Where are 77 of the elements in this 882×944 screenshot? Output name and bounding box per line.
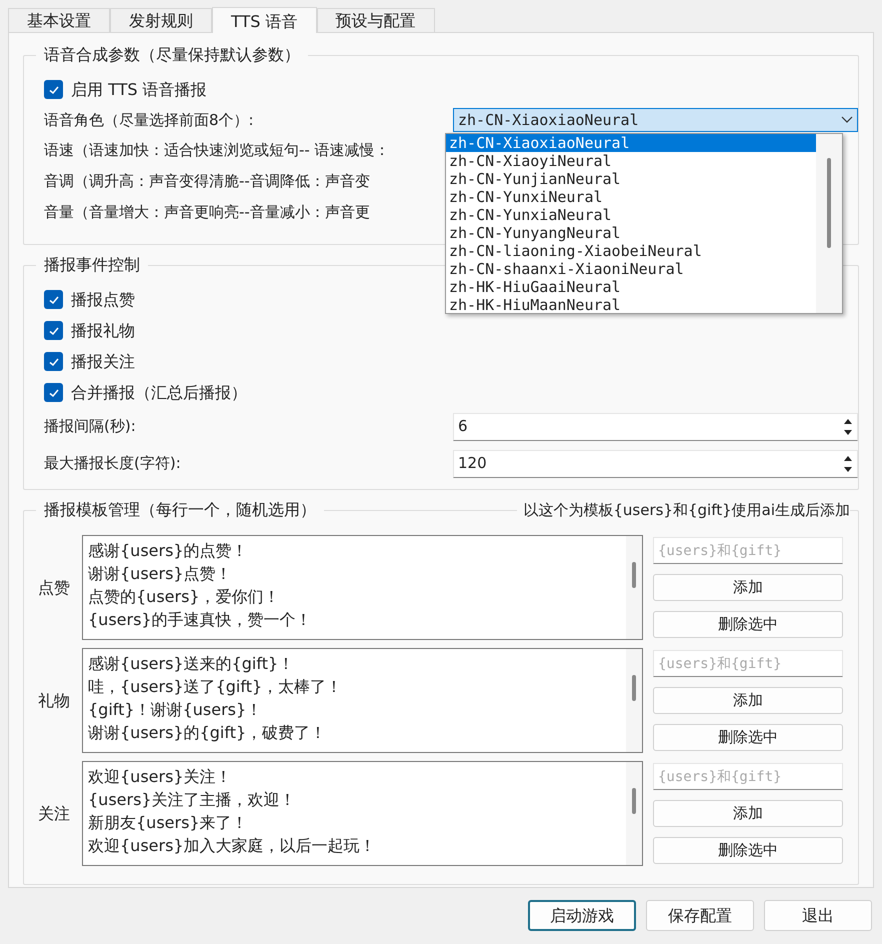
checkbox-label: 启用 TTS 语音播报 bbox=[71, 78, 207, 100]
hint-text: 音调（调升高：声音变得清脆--音调降低：声音变 bbox=[44, 171, 370, 192]
checkbox[interactable] bbox=[44, 290, 63, 309]
voice-option[interactable]: zh-CN-YunjianNeural bbox=[446, 170, 816, 188]
template-line: 感谢{users}的点赞！ bbox=[88, 540, 248, 562]
checkbox-label: 合并播报（汇总后播报） bbox=[71, 382, 247, 404]
footer-button[interactable]: 保存配置 bbox=[646, 900, 754, 931]
delete-selected-button[interactable]: 删除选中 bbox=[653, 837, 843, 864]
voice-option[interactable]: zh-CN-liaoning-XiaobeiNeural bbox=[446, 242, 816, 260]
tab[interactable]: 发射规则 bbox=[110, 8, 212, 32]
checkbox[interactable] bbox=[44, 352, 63, 371]
field-label: 最大播报长度(字符): bbox=[44, 453, 182, 474]
field-label: 语音角色（尽量选择前面8个）: bbox=[44, 110, 255, 131]
add-button[interactable]: 添加 bbox=[653, 800, 843, 827]
template-textarea[interactable]: 感谢{users}送来的{gift}！ 哇，{users}送了{gift}，太棒了！ {gift}！谢谢{users}！ 谢谢{users}的{gift}，破费了！ bbox=[82, 648, 643, 753]
checkmark-icon bbox=[48, 386, 60, 398]
voice-option[interactable]: zh-CN-XiaoyiNeural bbox=[446, 152, 816, 170]
footer-button[interactable]: 退出 bbox=[764, 900, 872, 931]
template-line: 欢迎{users}关注！ bbox=[88, 766, 232, 788]
checkbox-label: 播报礼物 bbox=[71, 320, 135, 342]
group-title: 播报模板管理（每行一个，随机选用） bbox=[36, 500, 324, 520]
voice-option[interactable]: zh-HK-HiuMaanNeural bbox=[446, 296, 816, 314]
footer-button[interactable]: 启动游戏 bbox=[528, 900, 636, 931]
field-label: 播报间隔(秒): bbox=[44, 416, 137, 438]
template-line: 感谢{users}送来的{gift}！ bbox=[88, 653, 294, 675]
template-line: 新朋友{users}来了！ bbox=[88, 812, 248, 834]
checkmark-icon bbox=[48, 294, 60, 306]
checkbox[interactable] bbox=[44, 383, 63, 402]
template-label: 点赞 bbox=[38, 576, 71, 598]
checkmark-icon bbox=[48, 324, 60, 336]
template-hint: 以这个为模板{users}和{gift}使用ai生成后添加 bbox=[517, 500, 850, 520]
chevron-down-icon bbox=[841, 116, 853, 124]
template-line: 谢谢{users}的{gift}，破费了！ bbox=[88, 722, 326, 744]
delete-selected-button[interactable]: 删除选中 bbox=[653, 611, 843, 638]
template-line: {users}的手速真快，赞一个！ bbox=[88, 609, 312, 631]
group-title: 播报事件控制 bbox=[36, 255, 148, 275]
template-input[interactable]: {users}和{gift} bbox=[653, 763, 843, 790]
scrollbar-thumb[interactable] bbox=[632, 788, 636, 814]
template-textarea[interactable]: 感谢{users}的点赞！ 谢谢{users}点赞！ 点赞的{users}，爱你们！ {users}的手速真快，赞一个！ bbox=[82, 535, 643, 640]
hint-text: 语速（语速加快：适合快速浏览或短句-- 语速减慢： bbox=[44, 140, 390, 161]
add-button[interactable]: 添加 bbox=[653, 574, 843, 601]
voice-option[interactable]: zh-CN-XiaoxiaoNeural bbox=[446, 134, 816, 152]
voice-option[interactable]: zh-CN-YunxiaNeural bbox=[446, 206, 816, 224]
tab[interactable]: 基本设置 bbox=[8, 8, 110, 32]
voice-dropdown[interactable]: zh-CN-XiaoxiaoNeural bbox=[453, 108, 858, 132]
template-input[interactable]: {users}和{gift} bbox=[653, 650, 843, 677]
checkbox[interactable] bbox=[44, 80, 63, 99]
checkmark-icon bbox=[48, 356, 60, 368]
template-label: 关注 bbox=[38, 802, 71, 824]
tab[interactable]: 预设与配置 bbox=[316, 8, 435, 32]
voice-option[interactable]: zh-CN-shaanxi-XiaoniNeural bbox=[446, 260, 816, 278]
scrollbar-thumb[interactable] bbox=[632, 675, 636, 701]
scrollbar-thumb[interactable] bbox=[827, 158, 831, 248]
template-line: {gift}！谢谢{users}！ bbox=[88, 699, 262, 721]
tab[interactable]: TTS 语音 bbox=[212, 7, 317, 33]
hint-text: 音量（音量增大：声音更响亮--音量减小：声音更 bbox=[44, 202, 370, 223]
checkbox-label: 播报关注 bbox=[71, 350, 135, 372]
number-field[interactable]: 120 bbox=[453, 450, 858, 478]
number-field[interactable]: 6 bbox=[453, 412, 858, 440]
template-textarea[interactable]: 欢迎{users}关注！ {users}关注了主播，欢迎！ 新朋友{users}来了！ 欢迎{users}加入大家庭，以后一起玩！ bbox=[82, 761, 643, 866]
delete-selected-button[interactable]: 删除选中 bbox=[653, 724, 843, 751]
checkmark-icon bbox=[48, 84, 60, 96]
template-input[interactable]: {users}和{gift} bbox=[653, 537, 843, 564]
template-line: 哇，{users}送了{gift}，太棒了！ bbox=[88, 676, 342, 698]
template-line: 欢迎{users}加入大家庭，以后一起玩！ bbox=[88, 835, 376, 857]
scrollbar-thumb[interactable] bbox=[632, 562, 636, 588]
group-title: 语音合成参数（尽量保持默认参数） bbox=[36, 45, 308, 65]
voice-option[interactable]: zh-HK-HiuGaaiNeural bbox=[446, 278, 816, 296]
voice-option[interactable]: zh-CN-YunyangNeural bbox=[446, 224, 816, 242]
template-line: {users}关注了主播，欢迎！ bbox=[88, 789, 296, 811]
add-button[interactable]: 添加 bbox=[653, 687, 843, 714]
voice-option[interactable]: zh-CN-YunxiNeural bbox=[446, 188, 816, 206]
checkbox[interactable] bbox=[44, 321, 63, 340]
template-line: 谢谢{users}点赞！ bbox=[88, 563, 232, 585]
template-line: 点赞的{users}，爱你们！ bbox=[88, 586, 280, 608]
checkbox-label: 播报点赞 bbox=[71, 288, 135, 310]
template-label: 礼物 bbox=[38, 690, 71, 712]
